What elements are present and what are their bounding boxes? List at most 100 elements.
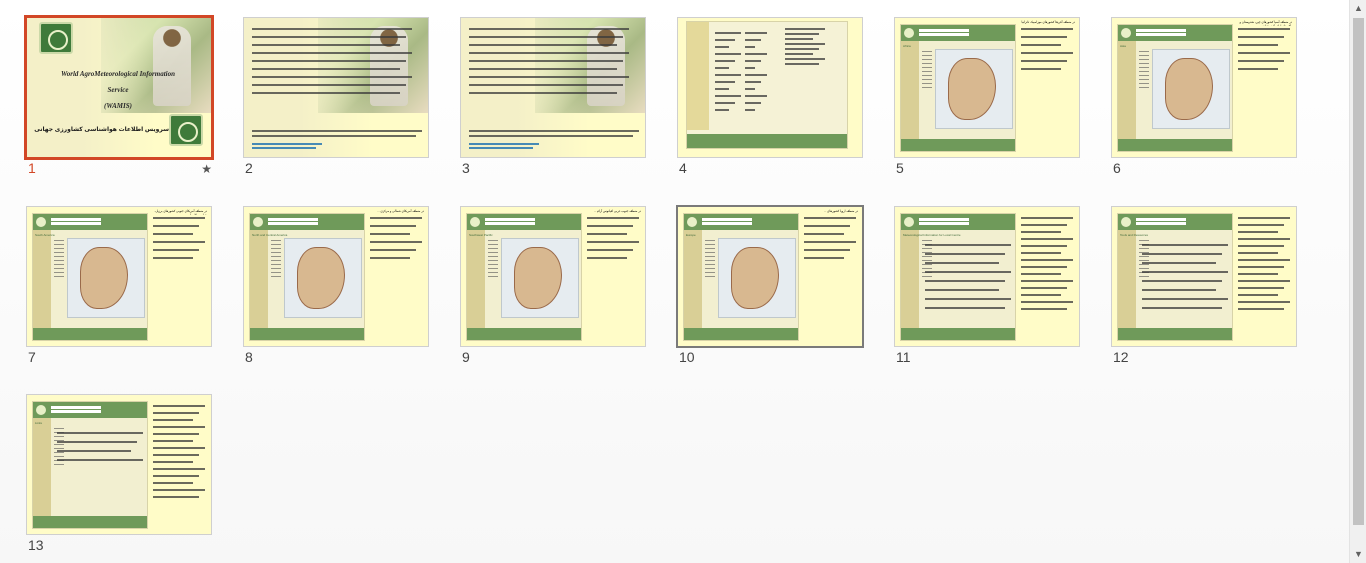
site-nav-list: [1139, 240, 1149, 280]
slide-preview[interactable]: [677, 17, 863, 158]
text-line: [252, 130, 422, 132]
text-line: [745, 60, 761, 62]
site-footer: [901, 328, 1015, 340]
text-line: [1021, 44, 1061, 46]
star-icon[interactable]: ★: [201, 162, 212, 176]
text-line: [785, 43, 825, 45]
text-line: [153, 440, 193, 442]
site-header: [467, 214, 581, 230]
text-line: [1142, 307, 1222, 309]
text-line: [1238, 44, 1278, 46]
map-landmass: [297, 247, 345, 309]
slide-preview[interactable]: [243, 17, 429, 158]
slide-thumbnail[interactable]: Southwest Pacific در منطقه جنوب غربی اقیا…: [460, 206, 650, 372]
text-line: [1238, 287, 1284, 289]
text-line: [715, 53, 741, 55]
slide-thumbnail[interactable]: Europe در منطقه اروپا کشورهای ... 10: [676, 205, 867, 372]
text-line: [1021, 224, 1067, 226]
text-line: [1238, 28, 1290, 30]
slide-thumbnail[interactable]: Tools and Resources 12: [1111, 206, 1301, 372]
slide-thumbnail[interactable]: Links 13: [26, 394, 216, 560]
text-line: [469, 28, 629, 30]
text-line: [587, 257, 627, 259]
scrollbar-thumb[interactable]: [1353, 18, 1364, 525]
slide-title-line: Service: [107, 86, 129, 94]
text-line: [370, 249, 416, 251]
slide-number: 7: [28, 349, 36, 365]
slide-number: 13: [28, 537, 44, 553]
text-line: [1238, 308, 1284, 310]
site-nav-list: [271, 240, 281, 280]
site-nav-list: [705, 240, 715, 280]
site-header: [901, 214, 1015, 230]
text-line: [469, 52, 629, 54]
text-line: [804, 241, 856, 243]
text-line: [252, 28, 412, 30]
site-nav-list: [922, 51, 932, 91]
site-sidebar: [1118, 41, 1136, 141]
region-map: [1152, 49, 1230, 129]
text-line: [925, 280, 1005, 282]
slide-thumbnail[interactable]: Meteorological Information for Local Cen…: [894, 206, 1084, 372]
slide-number: 3: [462, 160, 470, 176]
text-line: [925, 244, 1011, 246]
vertical-scrollbar[interactable]: ▲ ▼: [1349, 0, 1366, 563]
text-line: [1238, 280, 1290, 282]
slide-preview[interactable]: [460, 17, 646, 158]
text-line: [469, 147, 533, 149]
site-footer: [33, 516, 147, 528]
slide-preview[interactable]: Southwest Pacific در منطقه جنوب غربی اقیا…: [460, 206, 646, 347]
text-line: [1021, 28, 1073, 30]
slide-preview[interactable]: Asia در منطقه آسیا کشورهای چین، هندوستان …: [1111, 17, 1297, 158]
site-sidebar: [1118, 230, 1136, 330]
slide-thumbnail[interactable]: 3: [460, 17, 650, 183]
text-line: [745, 67, 755, 69]
slide-preview[interactable]: Meteorological Information for Local Cen…: [894, 206, 1080, 347]
triangle-down-icon[interactable]: ▼: [1350, 546, 1366, 563]
slide-preview[interactable]: Africa در منطقه آفریقا کشورهای موزامبیک ت…: [894, 17, 1080, 158]
text-line: [252, 135, 416, 137]
slide-preview[interactable]: Tools and Resources: [1111, 206, 1297, 347]
slide-thumbnail[interactable]: Asia در منطقه آسیا کشورهای چین، هندوستان …: [1111, 17, 1301, 183]
text-line: [469, 130, 639, 132]
text-line: [1021, 273, 1061, 275]
slide-caption: در منطقه جنوب غربی اقیانوس آرام ...: [593, 209, 641, 213]
slide-thumbnail[interactable]: Africa در منطقه آفریقا کشورهای موزامبیک ت…: [894, 17, 1084, 183]
slide-thumbnail[interactable]: 2: [243, 17, 433, 183]
slide-number: 2: [245, 160, 253, 176]
slide-preview[interactable]: South America در منطقه آمریکای جنوبی کشور…: [26, 206, 212, 347]
slide-preview[interactable]: Links: [26, 394, 212, 535]
region-map: [501, 238, 579, 318]
slide-thumbnail[interactable]: South America در منطقه آمریکای جنوبی کشور…: [26, 206, 216, 372]
map-landmass: [80, 247, 128, 309]
text-line: [745, 39, 761, 41]
text-line: [57, 441, 137, 443]
text-line: [1238, 273, 1278, 275]
triangle-up-icon[interactable]: ▲: [1350, 0, 1366, 17]
text-line: [153, 405, 205, 407]
slide-preview[interactable]: North and Central America در منطقه آمریکا…: [243, 206, 429, 347]
text-line: [804, 225, 850, 227]
slide-thumbnail[interactable]: North and Central America در منطقه آمریکا…: [243, 206, 433, 372]
wmo-logo: [169, 114, 203, 146]
slide-preview[interactable]: World AgroMeteorological Information Serv…: [24, 15, 214, 160]
slide-thumbnail[interactable]: 4: [677, 17, 867, 183]
site-nav-list: [488, 240, 498, 280]
map-landmass: [1165, 58, 1213, 120]
slide-thumbnail[interactable]: World AgroMeteorological Information Serv…: [24, 15, 216, 183]
text-line: [153, 489, 205, 491]
text-line: [925, 298, 1011, 300]
page-heading: Tools and Resources: [1120, 233, 1149, 237]
text-line: [1021, 60, 1067, 62]
page-heading: Europe: [686, 233, 696, 237]
slide-number: 6: [1113, 160, 1121, 176]
slide-preview[interactable]: Europe در منطقه اروپا کشورهای ...: [676, 205, 864, 348]
site-header: [901, 25, 1015, 41]
site-sidebar: [33, 230, 51, 330]
text-line: [1021, 238, 1073, 240]
slide-number: 5: [896, 160, 904, 176]
text-line: [153, 482, 193, 484]
text-line: [1021, 259, 1073, 261]
text-line: [153, 412, 199, 414]
text-line: [469, 76, 629, 78]
